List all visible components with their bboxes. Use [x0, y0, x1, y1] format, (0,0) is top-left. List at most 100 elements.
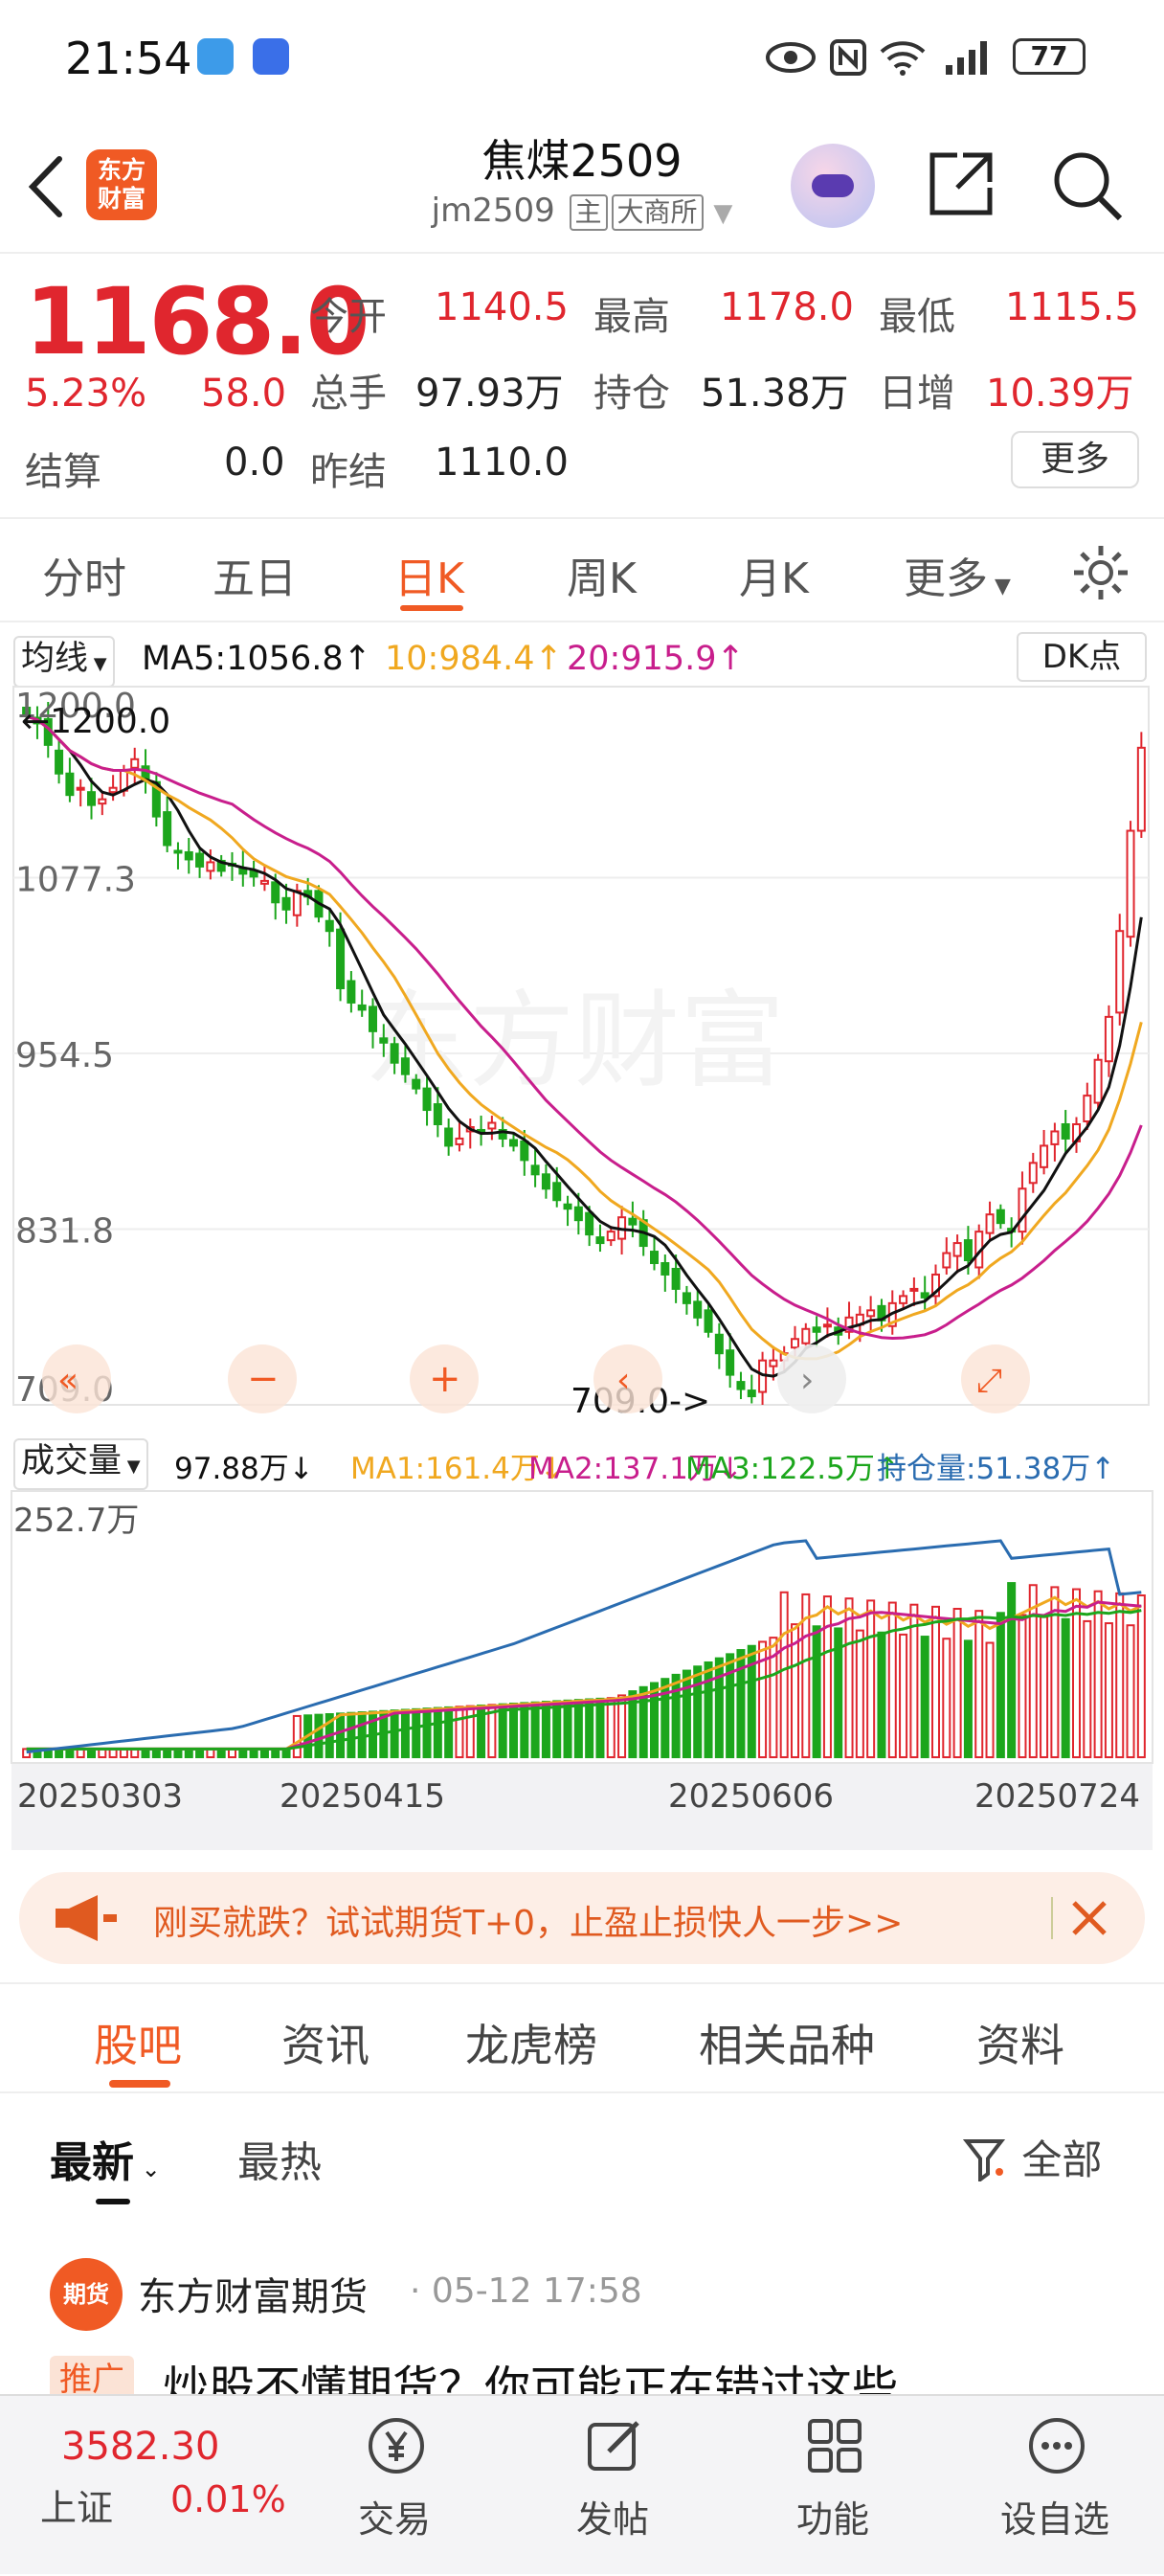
edit-icon — [588, 2421, 639, 2471]
fullscreen-button[interactable]: ⤢ — [961, 1344, 1030, 1413]
candle — [996, 1209, 1005, 1225]
candle — [920, 1292, 929, 1299]
dropdown-caret-icon: ▼ — [713, 199, 733, 228]
tab-profile[interactable]: 资料 — [976, 2011, 1064, 2074]
volume-chart[interactable]: 252.7万 — [0, 1489, 1164, 1776]
volume-bar — [433, 1706, 442, 1759]
indicator-selector[interactable]: 均线 ▼ — [13, 636, 115, 688]
candle — [649, 1251, 660, 1265]
tab-dragon-tiger[interactable]: 龙虎榜 — [465, 2011, 597, 2074]
candle — [682, 1292, 691, 1304]
tab-weekly-k[interactable]: 周K — [567, 544, 637, 605]
settings-gear-icon[interactable] — [1070, 542, 1131, 603]
daily-increase-label: 日增 — [879, 372, 955, 416]
y-tick-label: 831.8 — [15, 1212, 114, 1252]
ma10-value: 10:984.4↑ — [385, 640, 563, 678]
zoom-out-button[interactable]: − — [228, 1344, 297, 1413]
tab-more[interactable]: 更多 ▼ — [904, 544, 1011, 605]
tab-monthly-k[interactable]: 月K — [739, 544, 809, 605]
date-tick: 20250724 — [974, 1777, 1141, 1816]
sort-hot[interactable]: 最热 — [237, 2128, 322, 2189]
svg-text:⤢: ⤢ — [976, 1362, 1002, 1400]
caret-down-icon: ▼ — [988, 575, 1011, 599]
tab-news[interactable]: 资讯 — [281, 2011, 369, 2074]
search-icon[interactable] — [1051, 149, 1124, 222]
volume-bar — [887, 1601, 897, 1758]
max-price-label: ←1200.0 — [21, 702, 170, 741]
sort-latest[interactable]: 最新 ⌄ — [50, 2128, 161, 2189]
candle — [98, 798, 107, 805]
tab-daily-k[interactable]: 日K — [394, 544, 464, 605]
candle — [379, 1037, 389, 1044]
tab-intraday[interactable]: 分时 — [42, 544, 126, 605]
candle — [769, 1359, 778, 1367]
volume-bar — [1115, 1592, 1125, 1758]
app-notification-icon — [253, 38, 289, 75]
dk-point-button[interactable]: DK点 — [1017, 632, 1147, 682]
close-icon[interactable] — [1070, 1899, 1108, 1937]
candle — [336, 928, 346, 989]
index-quote[interactable]: 3582.30 上证 0.01% — [0, 2396, 297, 2576]
nfc-icon — [830, 39, 866, 76]
scroll-left-button[interactable]: « — [42, 1344, 111, 1413]
candle — [726, 1349, 735, 1376]
active-sort-underline — [96, 2199, 130, 2204]
step-right-button[interactable]: › — [777, 1344, 846, 1413]
volume-bar — [866, 1599, 876, 1758]
filter-all-label: 全部 — [1021, 2136, 1103, 2183]
volume-value: 97.88万↓ — [174, 1452, 314, 1486]
low-value: 1115.5 — [1005, 285, 1139, 329]
volume-selector-label: 成交量 — [21, 1442, 123, 1480]
nav-post-label: 发帖 — [575, 2498, 649, 2541]
volume-bar — [444, 1706, 454, 1758]
step-left-button[interactable]: ‹ — [593, 1344, 662, 1413]
y-tick-label: 1077.3 — [15, 861, 136, 900]
more-quote-button[interactable]: 更多 — [1011, 431, 1139, 488]
volume-bar — [520, 1702, 529, 1758]
low-label: 最低 — [879, 295, 955, 339]
vol-ma3-line — [26, 1609, 1142, 1751]
zoom-in-button[interactable]: + — [410, 1344, 479, 1413]
promo-text: 刚买就跌？试试期货T+0，止盈止损快人一步>> — [153, 1904, 904, 1943]
volume-bar — [714, 1657, 724, 1758]
post-author[interactable]: 东方财富期货 — [138, 2266, 368, 2321]
candle — [822, 1323, 832, 1328]
candle — [563, 1203, 572, 1210]
candle — [325, 919, 334, 933]
svg-text:+: + — [429, 1357, 461, 1401]
candle — [1028, 1162, 1038, 1185]
ma-legend: 均线 ▼ MA5:1056.8↑ 10:984.4↑ 20:915.9↑ — [0, 632, 1164, 688]
volume-bar — [671, 1673, 681, 1758]
candle — [76, 786, 85, 791]
filter-all[interactable]: 全部 — [962, 2128, 1103, 2186]
assistant-robot-icon[interactable] — [791, 144, 875, 228]
more-dots-icon — [1029, 2418, 1085, 2474]
candle — [801, 1327, 811, 1344]
share-icon[interactable] — [925, 147, 997, 220]
candle — [736, 1381, 746, 1390]
candle — [1093, 1058, 1103, 1104]
volume-bar — [498, 1703, 507, 1758]
candle — [541, 1173, 550, 1190]
grid-apps-icon — [808, 2419, 862, 2473]
volume-selector[interactable]: 成交量 ▼ — [13, 1438, 148, 1490]
wifi-icon — [880, 41, 926, 76]
candle — [671, 1267, 681, 1290]
avatar[interactable]: 期货 — [50, 2258, 123, 2331]
candle — [508, 1139, 519, 1147]
tab-forum[interactable]: 股吧 — [94, 2011, 182, 2074]
tab-five-day[interactable]: 五日 — [213, 544, 297, 605]
settle-label: 结算 — [25, 450, 101, 494]
tab-related[interactable]: 相关品种 — [699, 2011, 875, 2074]
candle — [747, 1390, 756, 1398]
candle — [184, 850, 193, 861]
volume-bar — [530, 1701, 540, 1759]
content-tabs: 股吧 资讯 龙虎榜 相关品种 资料 — [0, 1982, 1164, 2093]
volume-bar — [573, 1699, 583, 1759]
candle — [606, 1231, 616, 1242]
index-change: 0.01% — [170, 2478, 286, 2520]
volume-bar — [822, 1595, 832, 1758]
promo-banner[interactable]: 刚买就跌？试试期货T+0，止盈止损快人一步>> — [19, 1872, 1145, 1964]
candlestick-chart[interactable]: 东方财富 1200.01077.3954.5831.8709.0 ←1200.0… — [0, 685, 1164, 1432]
candle — [1040, 1144, 1049, 1168]
